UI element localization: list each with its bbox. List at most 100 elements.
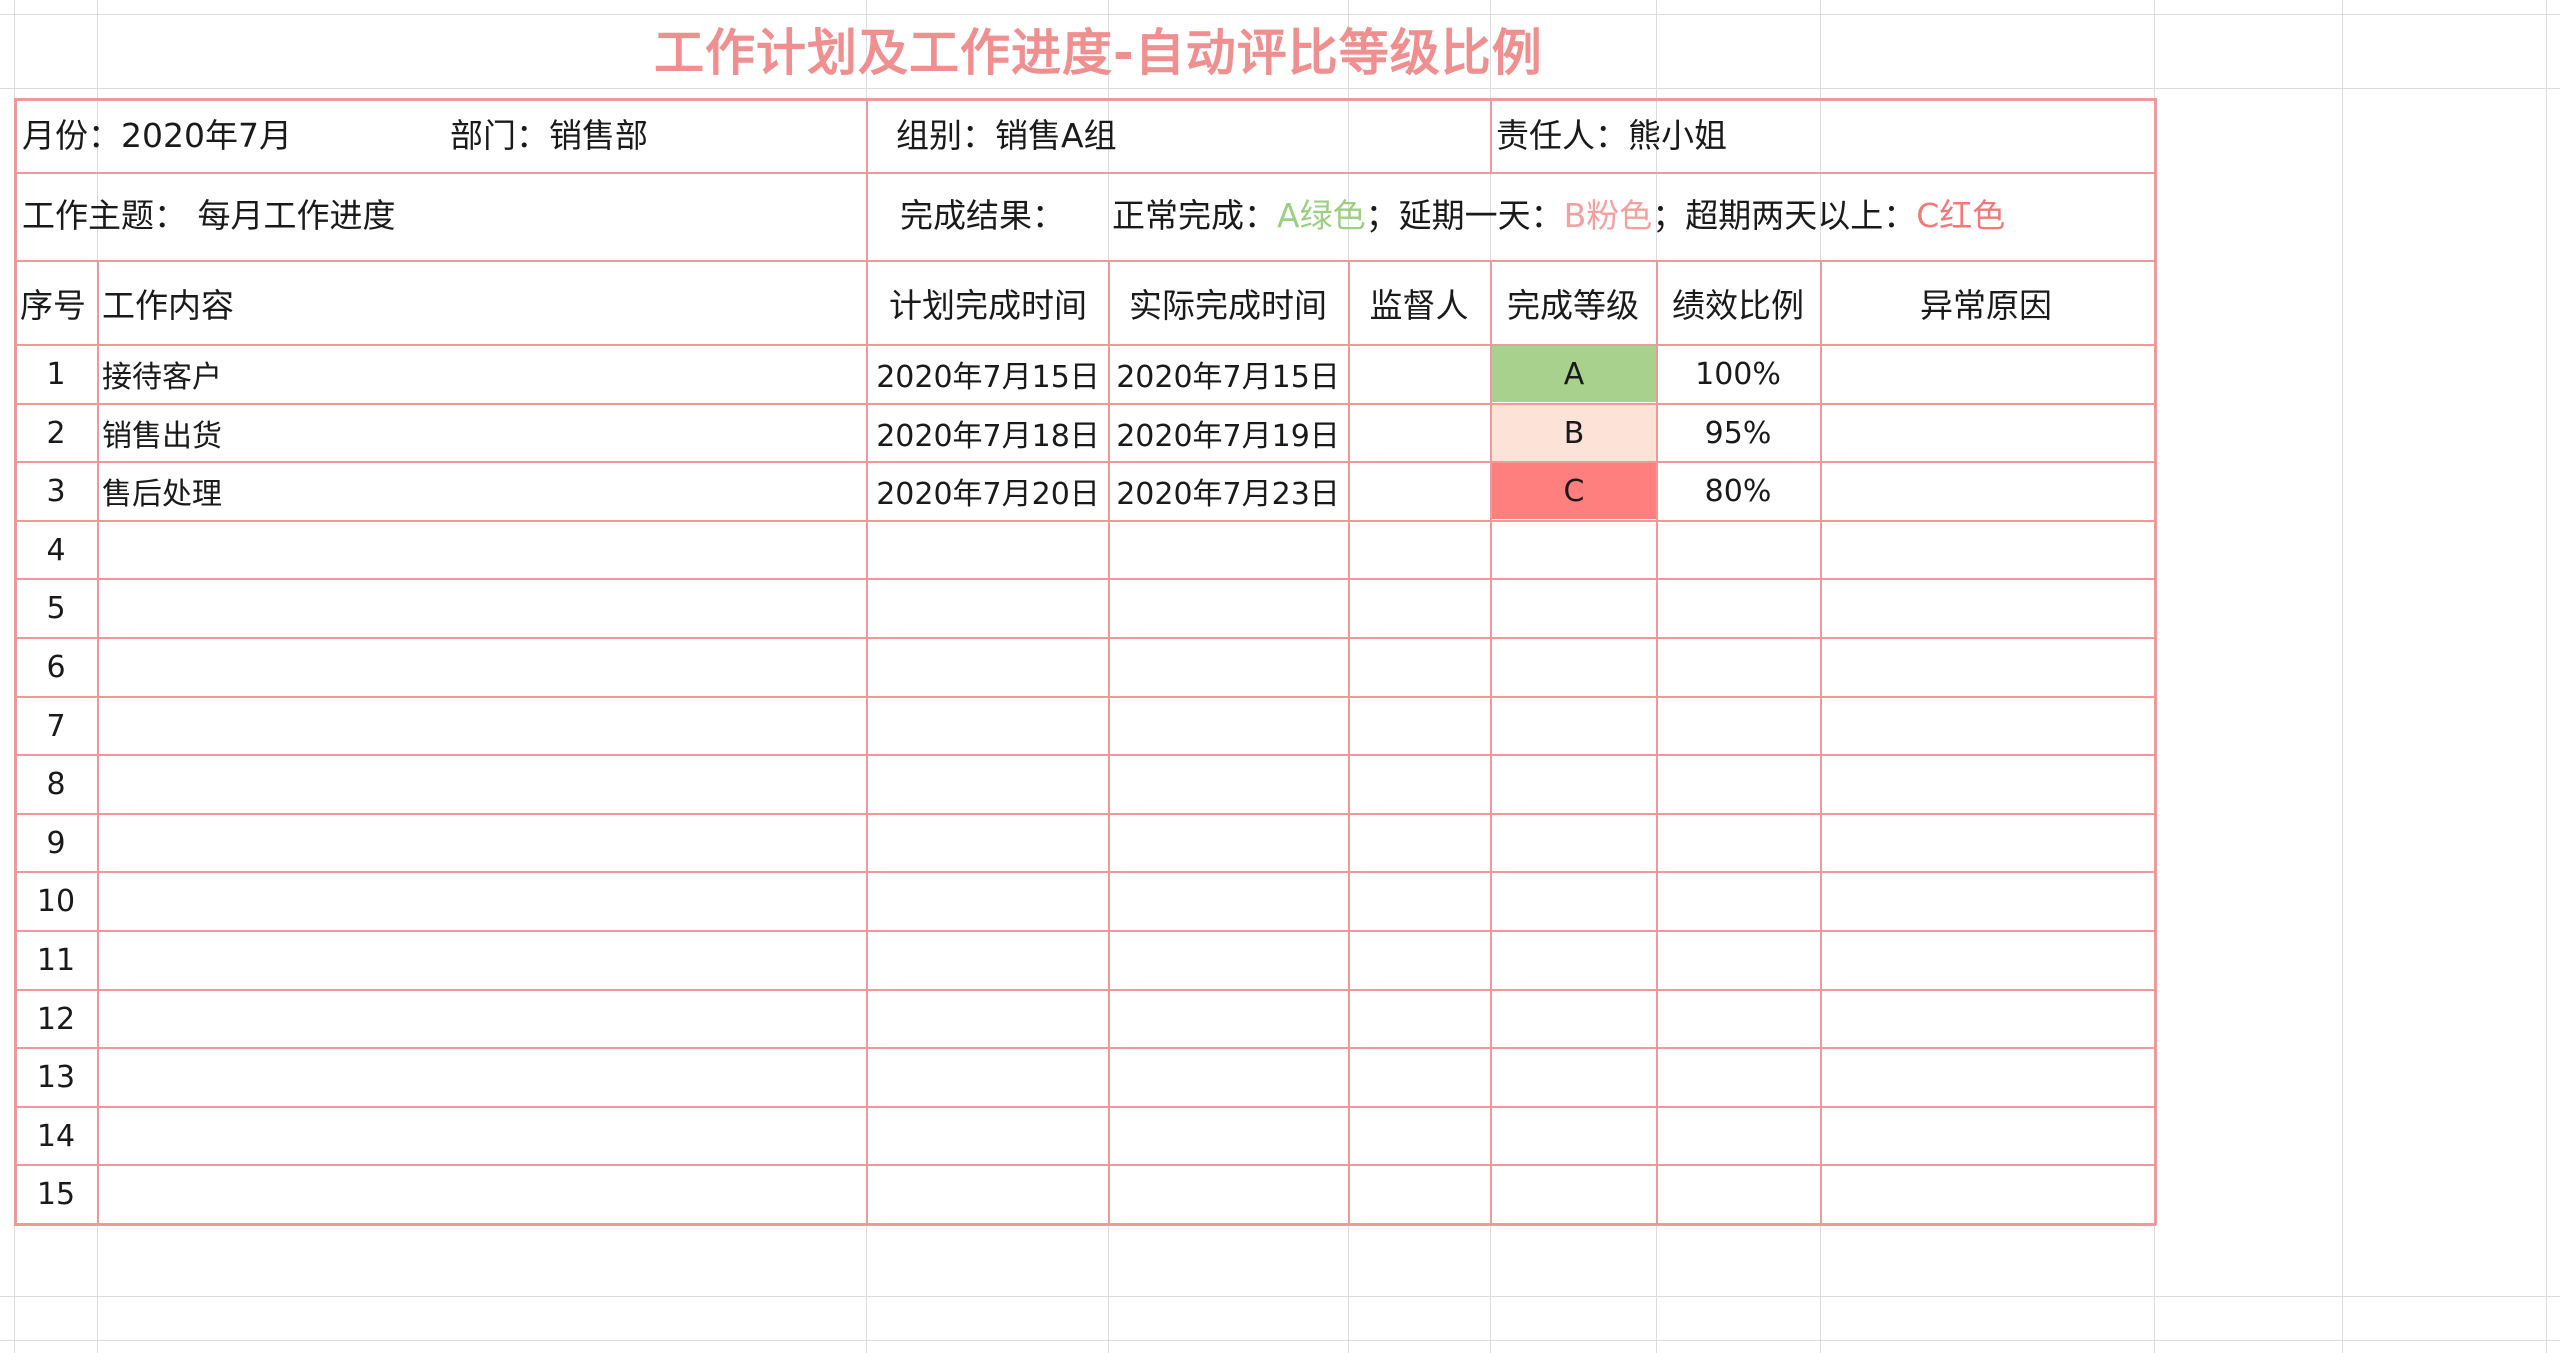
- cell-content[interactable]: [98, 932, 868, 988]
- cell-grade[interactable]: [1492, 756, 1656, 812]
- cell-reason[interactable]: [1820, 405, 2154, 461]
- cell-no[interactable]: 12: [16, 991, 96, 1047]
- cell-actual[interactable]: [1108, 639, 1348, 695]
- cell-ratio[interactable]: [1656, 932, 1820, 988]
- cell-content[interactable]: [98, 1166, 868, 1222]
- cell-content[interactable]: [98, 991, 868, 1047]
- cell-actual[interactable]: [1108, 580, 1348, 636]
- cell-no[interactable]: 15: [16, 1166, 96, 1222]
- cell-reason[interactable]: [1820, 522, 2154, 578]
- cell-supervisor[interactable]: [1348, 698, 1490, 754]
- cell-plan[interactable]: [868, 698, 1108, 754]
- cell-grade[interactable]: A: [1492, 346, 1656, 402]
- cell-content[interactable]: [98, 756, 868, 812]
- cell-ratio[interactable]: 80%: [1656, 463, 1820, 519]
- cell-no[interactable]: 10: [16, 873, 96, 929]
- cell-actual[interactable]: [1108, 756, 1348, 812]
- cell-no[interactable]: 5: [16, 580, 96, 636]
- cell-reason[interactable]: [1820, 463, 2154, 519]
- cell-no[interactable]: 9: [16, 815, 96, 871]
- header-no[interactable]: 序号: [16, 262, 98, 344]
- cell-grade[interactable]: [1492, 698, 1656, 754]
- cell-actual[interactable]: [1108, 815, 1348, 871]
- cell-grade[interactable]: [1492, 873, 1656, 929]
- cell-ratio[interactable]: [1656, 756, 1820, 812]
- header-actual-date[interactable]: 实际完成时间: [1108, 262, 1348, 344]
- cell-reason[interactable]: [1820, 698, 2154, 754]
- cell-reason[interactable]: [1820, 346, 2154, 402]
- cell-reason[interactable]: [1820, 873, 2154, 929]
- cell-supervisor[interactable]: [1348, 932, 1490, 988]
- cell-actual[interactable]: 2020年7月15日: [1108, 346, 1348, 402]
- cell-content[interactable]: [98, 815, 868, 871]
- cell-ratio[interactable]: [1656, 873, 1820, 929]
- cell-actual[interactable]: [1108, 932, 1348, 988]
- cell-supervisor[interactable]: [1348, 873, 1490, 929]
- cell-supervisor[interactable]: [1348, 1166, 1490, 1222]
- cell-actual[interactable]: 2020年7月23日: [1108, 463, 1348, 519]
- cell-ratio[interactable]: [1656, 815, 1820, 871]
- cell-plan[interactable]: [868, 815, 1108, 871]
- cell-content[interactable]: [98, 1049, 868, 1105]
- cell-plan[interactable]: [868, 932, 1108, 988]
- cell-supervisor[interactable]: [1348, 346, 1490, 402]
- cell-ratio[interactable]: 95%: [1656, 405, 1820, 461]
- cell-plan[interactable]: 2020年7月18日: [868, 405, 1108, 461]
- cell-no[interactable]: 3: [16, 463, 96, 519]
- cell-grade[interactable]: [1492, 932, 1656, 988]
- cell-grade[interactable]: [1492, 580, 1656, 636]
- cell-supervisor[interactable]: [1348, 639, 1490, 695]
- cell-supervisor[interactable]: [1348, 991, 1490, 1047]
- cell-reason[interactable]: [1820, 639, 2154, 695]
- cell-reason[interactable]: [1820, 1049, 2154, 1105]
- header-ratio[interactable]: 绩效比例: [1656, 262, 1820, 344]
- cell-plan[interactable]: [868, 991, 1108, 1047]
- cell-supervisor[interactable]: [1348, 756, 1490, 812]
- cell-plan[interactable]: [868, 522, 1108, 578]
- cell-content[interactable]: 接待客户: [98, 346, 868, 402]
- cell-reason[interactable]: [1820, 815, 2154, 871]
- cell-no[interactable]: 8: [16, 756, 96, 812]
- cell-plan[interactable]: [868, 580, 1108, 636]
- cell-ratio[interactable]: [1656, 1166, 1820, 1222]
- cell-plan[interactable]: 2020年7月15日: [868, 346, 1108, 402]
- cell-content[interactable]: 销售出货: [98, 405, 868, 461]
- cell-supervisor[interactable]: [1348, 1049, 1490, 1105]
- cell-ratio[interactable]: [1656, 1108, 1820, 1164]
- header-content[interactable]: 工作内容: [98, 262, 866, 344]
- cell-no[interactable]: 13: [16, 1049, 96, 1105]
- cell-ratio[interactable]: [1656, 639, 1820, 695]
- cell-ratio[interactable]: 100%: [1656, 346, 1820, 402]
- cell-no[interactable]: 2: [16, 405, 96, 461]
- cell-reason[interactable]: [1820, 1108, 2154, 1164]
- cell-actual[interactable]: [1108, 1108, 1348, 1164]
- cell-grade[interactable]: [1492, 991, 1656, 1047]
- cell-grade[interactable]: [1492, 1166, 1656, 1222]
- cell-supervisor[interactable]: [1348, 1108, 1490, 1164]
- cell-plan[interactable]: [868, 1166, 1108, 1222]
- cell-supervisor[interactable]: [1348, 463, 1490, 519]
- cell-actual[interactable]: [1108, 522, 1348, 578]
- cell-content[interactable]: [98, 1108, 868, 1164]
- cell-grade[interactable]: [1492, 522, 1656, 578]
- header-grade[interactable]: 完成等级: [1490, 262, 1656, 344]
- cell-actual[interactable]: [1108, 1049, 1348, 1105]
- cell-plan[interactable]: [868, 873, 1108, 929]
- cell-no[interactable]: 4: [16, 522, 96, 578]
- cell-grade[interactable]: [1492, 815, 1656, 871]
- cell-reason[interactable]: [1820, 1166, 2154, 1222]
- cell-actual[interactable]: [1108, 698, 1348, 754]
- cell-actual[interactable]: [1108, 873, 1348, 929]
- cell-reason[interactable]: [1820, 580, 2154, 636]
- cell-supervisor[interactable]: [1348, 815, 1490, 871]
- cell-actual[interactable]: [1108, 991, 1348, 1047]
- cell-no[interactable]: 6: [16, 639, 96, 695]
- cell-no[interactable]: 11: [16, 932, 96, 988]
- cell-content[interactable]: 售后处理: [98, 463, 868, 519]
- cell-supervisor[interactable]: [1348, 580, 1490, 636]
- cell-ratio[interactable]: [1656, 698, 1820, 754]
- cell-ratio[interactable]: [1656, 991, 1820, 1047]
- cell-ratio[interactable]: [1656, 580, 1820, 636]
- cell-reason[interactable]: [1820, 932, 2154, 988]
- cell-grade[interactable]: [1492, 1049, 1656, 1105]
